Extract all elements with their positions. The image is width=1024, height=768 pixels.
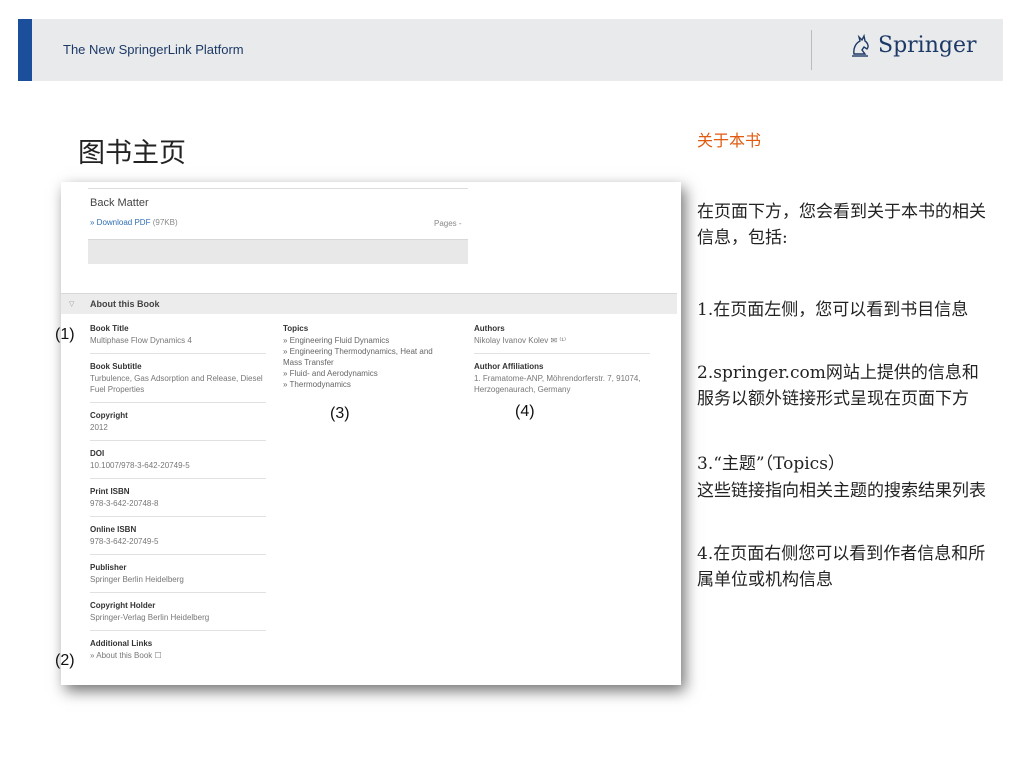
authors-block: Authors Nikolay Ivanov Kolev ✉ ⁽¹⁾ — [474, 323, 650, 354]
field-label: Online ISBN — [90, 525, 137, 534]
field-value: Turbulence, Gas Adsorption and Release, … — [90, 374, 263, 394]
author-name[interactable]: Nikolay Ivanov Kolev ✉ ⁽¹⁾ — [474, 335, 650, 346]
field-label: Book Subtitle — [90, 362, 142, 371]
affiliations-block: Author Affiliations 1. Framatome-ANP, Mö… — [474, 361, 650, 402]
download-pdf-label[interactable]: » Download PDF — [90, 218, 150, 227]
ref-marker-4: (4) — [515, 403, 535, 420]
field-copyright-holder: Copyright Holder Springer-Verlag Berlin … — [90, 600, 266, 631]
item-1: 1.在页面左侧，您可以看到书目信息 — [697, 300, 969, 320]
ref-marker-3: (3) — [330, 405, 350, 422]
field-label: DOI — [90, 449, 105, 458]
field-copyright: Copyright 2012 — [90, 410, 266, 441]
field-print-isbn: Print ISBN 978-3-642-20748-8 — [90, 486, 266, 517]
ref-marker-2: (2) — [55, 652, 75, 669]
about-this-book-header[interactable]: ▽ About this Book — [61, 293, 677, 314]
field-label: Copyright — [90, 411, 128, 420]
download-size: (97KB) — [152, 218, 178, 227]
field-label: Print ISBN — [90, 487, 130, 496]
field-value: Springer-Verlag Berlin Heidelberg — [90, 613, 210, 622]
about-this-book-label: About this Book — [90, 299, 160, 309]
divider — [88, 188, 468, 189]
authors-label: Authors — [474, 324, 505, 333]
item-3: 3.“主题”（Topics） — [697, 454, 845, 474]
pages-label: Pages - — [434, 219, 462, 228]
brand-name: Springer — [878, 33, 977, 58]
topic-link[interactable]: » Engineering Fluid Dynamics — [283, 335, 448, 346]
topic-link[interactable]: » Engineering Thermodynamics, Heat and M… — [283, 346, 448, 368]
field-value: 2012 — [90, 423, 108, 432]
field-label: Additional Links — [90, 639, 153, 648]
field-value: Multiphase Flow Dynamics 4 — [90, 336, 192, 345]
topics-column: Topics » Engineering Fluid Dynamics » En… — [283, 323, 448, 390]
item-2: 2.springer.com网站上提供的信息和服务以额外链接形式呈现在页面下方 — [697, 363, 979, 409]
topics-label: Topics — [283, 324, 309, 333]
field-value: 978-3-642-20748-8 — [90, 499, 159, 508]
bibliographic-info-column: Book Title Multiphase Flow Dynamics 4 Bo… — [90, 323, 266, 675]
topic-link[interactable]: » Thermodynamics — [283, 379, 448, 390]
intro-text: 在页面下方，您会看到关于本书的相关信息，包括: — [697, 202, 986, 248]
header-title: The New SpringerLink Platform — [63, 42, 244, 57]
field-value: Springer Berlin Heidelberg — [90, 575, 184, 584]
field-book-title: Book Title Multiphase Flow Dynamics 4 — [90, 323, 266, 354]
authors-column: Authors Nikolay Ivanov Kolev ✉ ⁽¹⁾ Autho… — [474, 323, 650, 409]
gray-bar — [88, 239, 468, 264]
field-label: Publisher — [90, 563, 127, 572]
download-pdf-link[interactable]: » Download PDF (97KB) — [90, 218, 178, 227]
springer-horse-icon — [852, 33, 869, 57]
affiliations-label: Author Affiliations — [474, 362, 544, 371]
item-4: 4.在页面右侧您可以看到作者信息和所属单位或机构信息 — [697, 544, 986, 590]
field-additional-links: Additional Links » About this Book ☐ — [90, 638, 266, 668]
header-divider — [811, 30, 812, 70]
springer-logo: Springer — [850, 33, 977, 58]
field-publisher: Publisher Springer Berlin Heidelberg — [90, 562, 266, 593]
field-doi: DOI 10.1007/978-3-642-20749-5 — [90, 448, 266, 479]
field-book-subtitle: Book Subtitle Turbulence, Gas Adsorption… — [90, 361, 266, 403]
header-accent — [18, 19, 32, 81]
field-label: Copyright Holder — [90, 601, 156, 610]
field-value: 978-3-642-20749-5 — [90, 537, 159, 546]
affiliation-value: 1. Framatome-ANP, Möhrendorferstr. 7, 91… — [474, 374, 641, 394]
about-heading: 关于本书 — [697, 131, 762, 150]
book-page-screenshot: Back Matter » Download PDF (97KB) Pages … — [61, 182, 681, 685]
field-value: 10.1007/978-3-642-20749-5 — [90, 461, 190, 470]
back-matter-heading: Back Matter — [90, 197, 149, 209]
item-3-desc: 这些链接指向相关主题的搜索结果列表 — [697, 481, 986, 501]
topic-link[interactable]: » Fluid- and Aerodynamics — [283, 368, 448, 379]
field-label: Book Title — [90, 324, 129, 333]
slide-title: 图书主页 — [78, 138, 186, 169]
ref-marker-1: (1) — [55, 326, 75, 343]
about-this-book-link[interactable]: » About this Book ☐ — [90, 650, 266, 661]
field-online-isbn: Online ISBN 978-3-642-20749-5 — [90, 524, 266, 555]
collapse-triangle-icon[interactable]: ▽ — [69, 300, 74, 308]
